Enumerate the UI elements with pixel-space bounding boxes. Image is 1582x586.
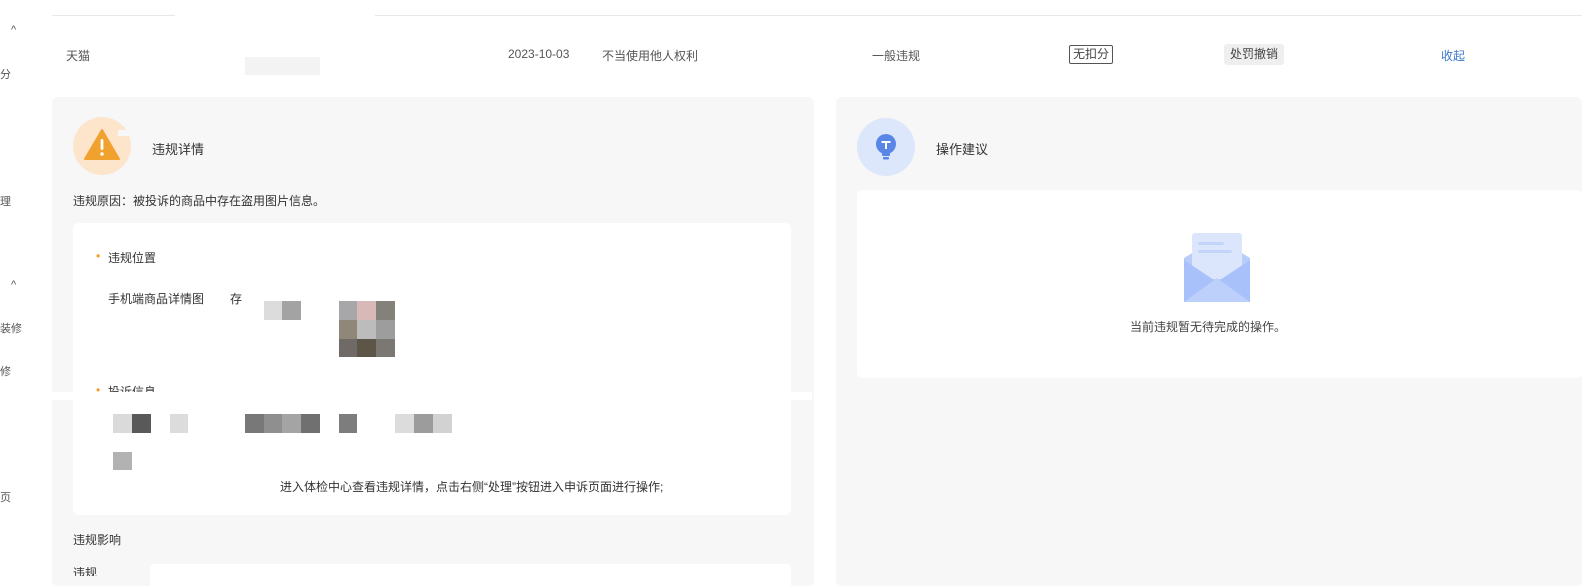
location-extra: 存 <box>230 292 243 306</box>
empty-envelope-icon <box>1184 233 1250 302</box>
sidebar-caret-up-icon[interactable]: ^ <box>11 279 16 291</box>
impact-label: 违规影响 <box>73 533 122 547</box>
level-cell: 一般违规 <box>872 49 921 63</box>
sidebar-caret-up-icon[interactable]: ^ <box>11 24 16 36</box>
bottom-label-row: 违规 <box>73 560 97 576</box>
complaint-label: 投诉信息 <box>108 385 157 392</box>
redaction-mask <box>118 130 132 136</box>
sidebar-item-4[interactable]: 修 <box>0 363 11 379</box>
penalty-status-badge: 处罚撤销 <box>1224 44 1285 65</box>
redaction-mask <box>52 392 812 400</box>
details-panel-title: 违规详情 <box>152 142 205 157</box>
violation-detail-card <box>73 223 791 515</box>
complaint-label-row: • 投诉信息 <box>90 380 210 392</box>
appeal-instruction: 进入体检中心查看违规详情，点击右侧“处理”按钮进入申诉页面进行操作; <box>280 480 664 494</box>
platform-cell: 天猫 <box>66 49 91 63</box>
sidebar-item-5[interactable]: 页 <box>0 489 11 505</box>
bottom-label: 违规 <box>73 566 97 576</box>
lightbulb-icon <box>876 134 896 160</box>
violation-type-cell: 不当使用他人权利 <box>602 49 699 63</box>
warning-triangle-icon <box>84 129 120 160</box>
required-dot: • <box>96 249 101 263</box>
redacted-block <box>245 57 320 75</box>
impact-card <box>150 564 791 586</box>
collapse-link[interactable]: 收起 <box>1441 47 1465 64</box>
location-label: 违规位置 <box>108 251 157 265</box>
advice-panel-title: 操作建议 <box>936 142 989 157</box>
deduction-tag: 无扣分 <box>1069 45 1114 64</box>
date-cell: 2023-10-03 <box>508 47 570 61</box>
advice-icon-badge <box>857 118 915 176</box>
sidebar-item-3[interactable]: 装修 <box>0 320 22 336</box>
sidebar-item-2[interactable]: 理 <box>0 193 11 209</box>
redaction-mask <box>175 0 375 16</box>
empty-state-text: 当前违规暂无待完成的操作。 <box>1130 320 1287 334</box>
warning-icon-badge <box>73 117 131 175</box>
location-value: 手机端商品详情图 <box>108 292 205 306</box>
violation-reason: 违规原因：被投诉的商品中存在盗用图片信息。 <box>73 194 326 208</box>
sidebar-item-1[interactable]: 分 <box>0 66 11 82</box>
